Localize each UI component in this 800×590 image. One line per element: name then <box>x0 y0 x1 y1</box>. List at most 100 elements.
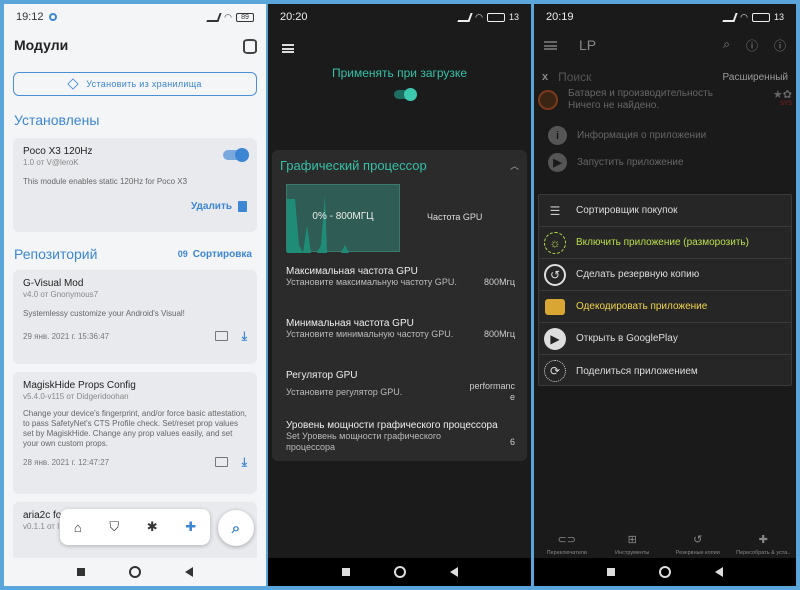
battery-percent: 13 <box>508 12 519 22</box>
menu-item-decompile[interactable]: Одекодировать приложение <box>539 291 791 323</box>
system-navigation-bar <box>268 558 531 586</box>
module-date: 28 янв. 2021 г. 12:47:27 <box>23 457 110 467</box>
search-fab[interactable]: ⌕ <box>218 510 254 546</box>
share-icon: ⟳ <box>544 360 566 382</box>
advanced-filter-button[interactable]: Расширенный <box>723 72 788 83</box>
folder-info-icon[interactable] <box>214 457 228 467</box>
apply-on-boot-toggle[interactable] <box>394 88 417 101</box>
close-icon[interactable]: x <box>542 71 548 83</box>
module-version: v4.0 от Gnonymous7 <box>23 290 99 299</box>
search-icon[interactable]: ⌕ <box>723 37 730 54</box>
setting-title: Максимальная частота GPU <box>286 266 418 277</box>
status-time: 19:12 <box>16 11 44 23</box>
status-time: 20:20 <box>280 11 308 23</box>
battery-percent: 13 <box>773 12 784 22</box>
download-icon[interactable]: ⤓ <box>242 456 247 468</box>
toggle-icon: ⊂⊃ <box>557 534 576 546</box>
home-button[interactable] <box>129 566 141 578</box>
module-footer: 28 янв. 2021 г. 12:47:27 ⤓ <box>23 456 247 468</box>
setting-value: performance <box>469 381 515 402</box>
menu-icon[interactable] <box>282 44 294 53</box>
chevron-up-icon[interactable]: ︿ <box>510 159 519 172</box>
tab-toggles[interactable]: ⊂⊃ Переключатели <box>535 533 599 556</box>
setting-description: Set Уровень мощности графического процес… <box>286 431 441 452</box>
menu-item-enable-app[interactable]: ☼ Включить приложение (разморозить) <box>539 227 791 259</box>
help-icon[interactable]: ⓘ <box>746 37 758 54</box>
install-from-storage-button[interactable]: Установить из хранилища <box>13 72 257 96</box>
recents-button[interactable] <box>341 568 350 576</box>
menu-icon[interactable] <box>544 40 557 50</box>
module-enable-toggle[interactable] <box>223 148 249 162</box>
folder-info-icon[interactable] <box>214 331 228 341</box>
bug-icon[interactable]: ✱ <box>147 519 158 535</box>
setting-title: Регулятор GPU <box>286 370 358 381</box>
sort-button[interactable]: 09 Сортировка <box>178 249 252 260</box>
battery-icon <box>751 12 770 22</box>
trash-icon[interactable] <box>238 201 247 212</box>
module-description: Change your device's fingerprint, and/or… <box>23 409 247 448</box>
menu-item-label: Одекодировать приложение <box>576 301 708 312</box>
info-icon: i <box>548 126 567 145</box>
menu-item-purchase-sorter[interactable]: ☰ Сортировщик покупок <box>539 195 791 227</box>
home-button[interactable] <box>659 566 671 578</box>
home-button[interactable] <box>393 566 406 578</box>
repo-module-card[interactable]: MagiskHide Props Config v5.4.0-v115 от D… <box>13 372 257 494</box>
backup-icon: ↺ <box>693 534 703 546</box>
frequency-area <box>287 195 401 253</box>
tab-backups[interactable]: ↺ Резервные копии <box>666 533 730 556</box>
info-icon[interactable]: ⓘ <box>774 37 786 54</box>
shield-icon[interactable]: ⛉ <box>109 519 119 535</box>
gpu-frequency-graph: 0% - 800МГЦ <box>286 184 401 253</box>
app-name: Батарея и производительность <box>568 88 713 99</box>
app-bar: Модули <box>4 30 266 60</box>
module-description: Systemlessy customize your Android's Vis… <box>23 309 185 318</box>
setting-title: Уровень мощности графического процессора <box>286 420 498 431</box>
gpu-card-header[interactable]: Графический процессор ︿ <box>272 150 527 173</box>
installed-section-title: Установлены <box>14 112 100 128</box>
recents-button[interactable] <box>77 568 85 576</box>
menu-item-open-google-play[interactable]: ▶ Открыть в GooglePlay <box>539 323 791 355</box>
menu-item-label: Поделиться приложением <box>576 365 698 377</box>
database-icon[interactable] <box>242 38 257 54</box>
wifi-icon: ◠ <box>224 11 232 22</box>
search-input[interactable]: Поиск <box>558 70 591 84</box>
puzzle-icon[interactable]: ✚ <box>185 519 196 535</box>
menu-item-share[interactable]: ⟳ Поделиться приложением <box>539 355 791 387</box>
background-menu-item: i Информация о приложении <box>534 122 796 149</box>
tab-label: Переключатели <box>546 550 587 556</box>
min-gpu-frequency-setting[interactable]: Минимальная частота GPU Установите миним… <box>286 318 515 340</box>
delete-button[interactable]: Удалить <box>191 201 232 212</box>
system-navigation-bar <box>4 558 266 586</box>
back-button[interactable] <box>449 567 458 577</box>
max-gpu-frequency-setting[interactable]: Максимальная частота GPU Установите макс… <box>286 266 515 288</box>
gpu-power-level-setting[interactable]: Уровень мощности графического процессора… <box>286 420 515 453</box>
tab-tools[interactable]: ⊞ Инструменты <box>600 533 664 556</box>
back-button[interactable] <box>185 567 193 577</box>
gpu-governor-setting[interactable]: Регулятор GPU Установите регулятор GPU. … <box>286 370 515 403</box>
back-button[interactable] <box>715 567 723 577</box>
puzzle-icon: ✚ <box>758 534 768 546</box>
repository-section-title: Репозиторий <box>14 246 98 262</box>
lucky-patcher-screen: 20:19 ◠ 13 LP ⌕ ⓘ ⓘ x Поиск Расширенный … <box>534 4 796 586</box>
menu-item-backup[interactable]: ↺ Сделать резервную копию <box>539 259 791 291</box>
module-version: 1.0 от V@leroK <box>23 158 79 167</box>
module-date: 29 янв. 2021 г. 15:36:47 <box>23 331 110 341</box>
gpu-frequency-label: Частота GPU <box>427 212 483 222</box>
tab-rebuild[interactable]: ✚ Пересобрать & уста.. <box>731 533 795 556</box>
recents-button[interactable] <box>607 568 615 576</box>
setting-description: Установите максимальную частоту GPU. <box>286 277 457 287</box>
background-item-label: Запустить приложение <box>577 157 684 168</box>
signal-icon <box>206 12 222 22</box>
setting-title: Минимальная частота GPU <box>286 318 414 329</box>
module-name: MagiskHide Props Config <box>23 380 136 391</box>
app-status: Ничего не найдено. <box>568 100 660 111</box>
star-icon: ★✿ <box>772 89 792 101</box>
app-list-item[interactable]: Батарея и производительность Ничего не н… <box>534 88 796 122</box>
module-version: v5.4.0-v115 от Didgeridoohan <box>23 392 129 401</box>
module-footer: 29 янв. 2021 г. 15:36:47 ⤓ <box>23 330 247 342</box>
gpu-card: Графический процессор ︿ 0% - 800МГЦ Част… <box>272 150 527 461</box>
menu-item-label: Сделать резервную копию <box>576 269 700 280</box>
download-icon[interactable]: ⤓ <box>242 330 247 342</box>
home-icon[interactable]: ⌂ <box>74 520 82 535</box>
repo-module-card[interactable]: G-Visual Mod v4.0 от Gnonymous7 Systemle… <box>13 270 257 364</box>
